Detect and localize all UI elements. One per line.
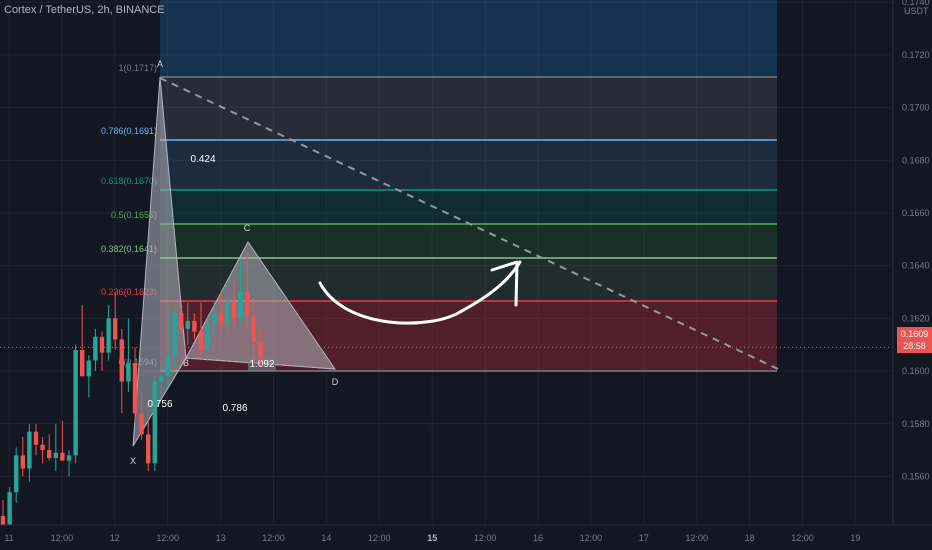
candle-body xyxy=(172,313,177,356)
time-tick-label: 13 xyxy=(216,533,226,543)
candle-body xyxy=(165,355,171,377)
candle-body xyxy=(7,492,12,530)
candle-body xyxy=(40,444,45,451)
fib-zone xyxy=(160,140,777,190)
price-tick-label: 0.1720 xyxy=(902,50,930,60)
candle-body xyxy=(33,431,39,445)
price-chart[interactable]: 1(0.1717)0.786(0.1691)0.618(0.1670)0.5(0… xyxy=(0,0,932,550)
candle-body xyxy=(73,349,78,456)
time-tick-label: 12:00 xyxy=(791,533,814,543)
time-tick-label: 12:00 xyxy=(262,533,285,543)
currency-label: USDT xyxy=(904,6,929,16)
price-axis[interactable]: 0.17400.17200.17000.16800.16600.16400.16… xyxy=(892,0,932,550)
pattern-point-b: B xyxy=(183,358,189,368)
last-price: 0.1609 xyxy=(900,329,929,339)
candle-body xyxy=(245,292,250,316)
candle-body xyxy=(132,363,138,414)
time-tick-label: 12:00 xyxy=(51,533,74,543)
candle-body xyxy=(60,452,65,461)
candle-body xyxy=(218,313,223,324)
time-tick-label: 18 xyxy=(745,533,755,543)
price-axis-bg xyxy=(893,0,932,550)
time-tick-label: 12:00 xyxy=(580,533,603,543)
time-tick-label: 12:00 xyxy=(474,533,497,543)
candle-body xyxy=(80,349,85,377)
price-tick-label: 0.1600 xyxy=(902,366,930,376)
candle-body xyxy=(99,336,105,353)
time-axis[interactable]: 11 12:00 12 12:00 13 12:00 14 12:00 15 12:00 16 12:… xyxy=(0,524,932,550)
candle-body xyxy=(152,381,157,464)
fib-level-label: 0.618(0.1670) xyxy=(101,176,157,186)
candle-body xyxy=(238,292,243,319)
fib-zone xyxy=(160,190,777,224)
time-tick-label: 12 xyxy=(110,533,120,543)
bar-countdown: 28:58 xyxy=(903,341,926,351)
fib-level-label: 1(0.1717) xyxy=(118,63,157,73)
candle-body xyxy=(93,336,98,361)
candle-body xyxy=(185,320,190,329)
time-tick-label: 15 xyxy=(427,533,437,543)
candle-body xyxy=(113,318,118,340)
candle-body xyxy=(146,434,151,464)
price-tick-label: 0.1620 xyxy=(902,313,930,323)
candle-body xyxy=(14,455,19,493)
pattern-ratio-label: 0.786 xyxy=(222,403,247,414)
candle-body xyxy=(205,323,210,350)
price-tick-label: 0.1700 xyxy=(902,103,930,113)
candle-body xyxy=(231,302,237,319)
pattern-point-x: X xyxy=(130,456,136,466)
time-tick-label: 16 xyxy=(533,533,543,543)
fib-zone-extension xyxy=(160,0,777,77)
pattern-ratio-label: 0.424 xyxy=(190,154,215,165)
last-price-badge: 0.1609 28:58 xyxy=(897,327,932,353)
candle-body xyxy=(139,413,144,435)
pattern-point-c: C xyxy=(244,223,251,233)
price-tick-label: 0.1660 xyxy=(902,208,930,218)
candle-body xyxy=(53,452,58,459)
price-tick-label: 0.1640 xyxy=(902,261,930,271)
time-tick-label: 12:00 xyxy=(368,533,391,543)
time-tick-label: 12:00 xyxy=(685,533,708,543)
pattern-ratio-label: 0.756 xyxy=(147,399,172,410)
time-tick-label: 12:00 xyxy=(156,533,179,543)
candle-body xyxy=(192,320,197,332)
price-tick-label: 0.1560 xyxy=(902,471,930,481)
candle-body xyxy=(225,302,230,324)
candle-body xyxy=(126,363,131,382)
candle-body xyxy=(159,376,164,382)
price-tick-label: 0.1580 xyxy=(902,419,930,429)
fib-level-label: 0.786(0.1691) xyxy=(101,126,157,136)
time-tick-label: 19 xyxy=(850,533,860,543)
candle-body xyxy=(20,455,25,469)
candle-body xyxy=(119,339,124,382)
symbol-title: Cortex / TetherUS, 2h, BINANCE xyxy=(4,4,165,16)
candle-body xyxy=(27,431,32,469)
candle-body xyxy=(47,450,52,459)
time-tick-label: 11 xyxy=(4,533,13,543)
candle-body xyxy=(86,360,91,377)
time-tick-label: 17 xyxy=(639,533,649,543)
candle-body xyxy=(258,342,263,358)
candle-body xyxy=(251,315,256,343)
pattern-point-d: D xyxy=(332,377,339,387)
candle-body xyxy=(66,455,72,461)
price-tick-label: 0.1680 xyxy=(902,155,930,165)
fib-retracement[interactable]: 1(0.1717)0.786(0.1691)0.618(0.1670)0.5(0… xyxy=(101,0,777,372)
candle-body xyxy=(212,313,217,324)
pattern-point-a: A xyxy=(157,59,163,69)
candle-body xyxy=(179,313,184,329)
fib-zone xyxy=(160,77,777,140)
time-tick-label: 14 xyxy=(321,533,331,543)
